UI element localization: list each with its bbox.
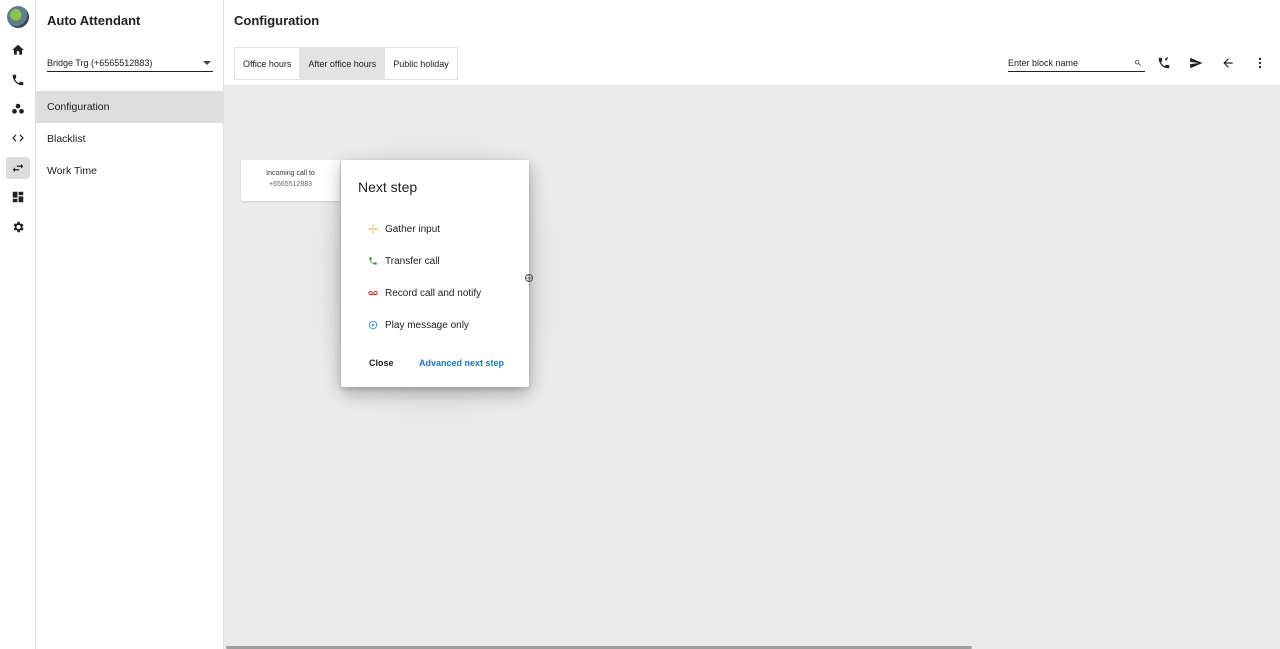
- flow-canvas[interactable]: Incoming call to +6565512883 Next step G…: [224, 86, 1280, 649]
- option-label: Gather input: [385, 223, 441, 235]
- sidebar-item-label: Configuration: [47, 101, 110, 113]
- code-icon[interactable]: [6, 127, 30, 149]
- option-label: Transfer call: [385, 255, 440, 267]
- play-icon: [367, 319, 379, 331]
- sidebar-title: Auto Attendant: [47, 13, 141, 28]
- phone-icon[interactable]: [6, 69, 30, 91]
- send-icon[interactable]: [1188, 55, 1204, 71]
- more-vert-icon[interactable]: [1252, 55, 1268, 71]
- tab-office-hours[interactable]: Office hours: [235, 48, 301, 79]
- schedule-tabs: Office hours After office hours Public h…: [234, 47, 458, 80]
- home-icon[interactable]: [6, 39, 30, 61]
- tab-after-office-hours[interactable]: After office hours: [300, 48, 386, 79]
- phone-icon: [367, 255, 379, 267]
- main-area: Configuration Office hours After office …: [224, 0, 1280, 649]
- gather-icon: [367, 223, 379, 235]
- sidebar-item-work-time[interactable]: Work Time: [36, 155, 223, 187]
- gear-icon[interactable]: [6, 216, 30, 238]
- sidebar-item-label: Work Time: [47, 165, 97, 177]
- number-select[interactable]: Bridge Trg (+6565512883): [47, 55, 213, 72]
- start-node[interactable]: Incoming call to +6565512883: [241, 160, 340, 201]
- advanced-next-step-button[interactable]: Advanced next step: [419, 358, 504, 368]
- option-record-call[interactable]: Record call and notify: [367, 285, 481, 301]
- option-transfer-call[interactable]: Transfer call: [367, 253, 440, 269]
- close-button[interactable]: Close: [369, 358, 394, 368]
- next-step-dialog: Next step Gather input Transfer call Rec…: [341, 160, 529, 387]
- option-play-message[interactable]: Play message only: [367, 317, 469, 333]
- dialog-title: Next step: [358, 179, 418, 195]
- dashboard-icon[interactable]: [6, 186, 30, 208]
- sidebar: Auto Attendant Bridge Trg (+6565512883) …: [36, 0, 224, 649]
- block-search: [1008, 55, 1145, 72]
- swap-icon[interactable]: [6, 157, 30, 179]
- contacts-icon[interactable]: [6, 98, 30, 120]
- arrow-back-icon[interactable]: [1220, 55, 1236, 71]
- option-gather-input[interactable]: Gather input: [367, 221, 440, 237]
- icon-rail: [0, 0, 36, 649]
- block-search-input[interactable]: [1008, 58, 1123, 68]
- tab-public-holiday[interactable]: Public holiday: [385, 48, 457, 79]
- toolbar: Configuration Office hours After office …: [224, 0, 1280, 86]
- chevron-down-icon: [203, 61, 211, 65]
- avatar[interactable]: [7, 6, 29, 28]
- number-select-value: Bridge Trg (+6565512883): [47, 58, 153, 68]
- start-node-label: Incoming call to: [266, 170, 315, 177]
- sidebar-item-configuration[interactable]: Configuration: [36, 91, 223, 123]
- search-icon[interactable]: [1134, 59, 1142, 67]
- option-label: Record call and notify: [385, 287, 482, 299]
- page-title: Configuration: [234, 13, 320, 28]
- sidebar-item-blacklist[interactable]: Blacklist: [36, 123, 223, 155]
- move-cursor-icon: [525, 274, 533, 282]
- option-label: Play message only: [385, 319, 469, 331]
- start-node-number: +6565512883: [268, 181, 313, 188]
- call-test-icon[interactable]: [1156, 55, 1172, 71]
- sidebar-item-label: Blacklist: [47, 133, 86, 145]
- voicemail-icon: [367, 287, 379, 299]
